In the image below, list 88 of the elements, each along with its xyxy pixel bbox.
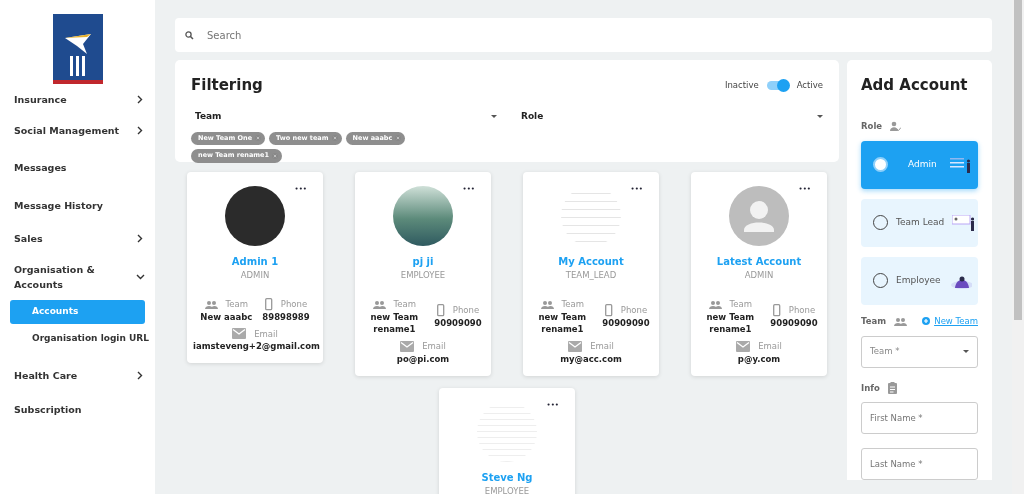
people-icon — [372, 299, 386, 309]
field-label: Email — [590, 340, 614, 353]
sidebar-item[interactable]: Organisation & Accounts — [0, 261, 155, 293]
search-icon — [185, 31, 194, 40]
people-icon — [708, 299, 722, 309]
phone-icon — [436, 303, 445, 317]
account-role: TEAM_LEAD — [564, 269, 618, 282]
field-value: 90909090 — [434, 316, 482, 330]
filter-select[interactable]: Team — [191, 110, 497, 124]
filter-select[interactable]: Role — [517, 110, 823, 124]
chevron-icon — [136, 95, 145, 105]
dropdown-icon — [963, 350, 969, 353]
field-label: Team — [729, 297, 753, 311]
sidebar-item[interactable]: Health Care — [0, 368, 155, 384]
remove-icon[interactable] — [331, 135, 338, 142]
search-field[interactable]: Search — [175, 18, 992, 52]
account-role: ADMIN — [743, 269, 775, 282]
field-label: Email — [422, 340, 446, 353]
field-value: p@y.com — [736, 352, 782, 366]
team-select[interactable]: Team * — [861, 335, 978, 368]
clipboard-icon — [887, 381, 897, 394]
field-label: Team — [225, 297, 249, 311]
field-label: Email — [758, 340, 782, 353]
mail-icon — [232, 328, 247, 340]
text-field[interactable]: First Name * — [861, 402, 978, 435]
phone-icon — [604, 303, 613, 317]
illustration-icon — [952, 214, 975, 231]
sidebar-item[interactable]: Sales — [0, 230, 155, 246]
field-value: 89898989 — [262, 310, 310, 324]
field-value: 90909090 — [602, 316, 650, 330]
account-role: ADMIN — [239, 269, 271, 282]
field-value: my@acc.com — [559, 352, 623, 366]
mail-icon — [736, 340, 751, 352]
people-icon — [204, 299, 218, 309]
field-label: Phone — [788, 303, 816, 317]
field-label: Team — [561, 297, 585, 311]
phone-icon — [772, 303, 781, 317]
toggle-label: Inactive — [724, 78, 759, 92]
panel-title: Filtering — [191, 76, 263, 94]
scrollbar-thumb[interactable] — [1014, 0, 1022, 320]
field-value: po@pi.com — [395, 352, 451, 366]
toggle-switch[interactable] — [766, 80, 789, 90]
section-label: Team — [861, 314, 887, 328]
chevron-icon — [136, 233, 145, 243]
photo-placeholder — [393, 186, 453, 246]
people-icon — [540, 299, 554, 309]
sidebar-item[interactable]: Insurance — [0, 92, 155, 108]
field-label: Phone — [620, 303, 648, 317]
dropdown-icon — [817, 115, 823, 119]
people-icon — [894, 316, 908, 326]
mail-icon — [400, 340, 415, 352]
dropdown-icon — [491, 115, 497, 119]
remove-icon[interactable] — [395, 135, 402, 142]
sidebar-item[interactable]: Social Management — [0, 123, 155, 139]
section-label: Role — [861, 120, 883, 133]
plus-icon — [922, 317, 931, 326]
toggle-label: Active — [796, 78, 823, 92]
field-value: new Team rename1 — [537, 310, 588, 336]
panel-title: Add Account — [861, 76, 969, 94]
text-field[interactable]: Last Name * — [861, 448, 978, 480]
illustration-icon — [950, 156, 972, 173]
role-option[interactable]: Team Lead — [861, 198, 978, 247]
phone-icon — [264, 297, 273, 311]
remove-icon[interactable] — [255, 135, 262, 142]
field-value: New aaabc — [200, 310, 253, 324]
avatar-icon — [729, 186, 789, 246]
field-label: Email — [254, 327, 278, 341]
account-role: EMPLOYEE — [483, 484, 531, 494]
sidebar-item[interactable]: Message History — [0, 197, 155, 213]
chevron-icon — [136, 272, 145, 282]
user-check-icon — [890, 121, 902, 132]
field-value: new Team rename1 — [705, 310, 756, 336]
chevron-icon — [136, 371, 145, 381]
field-label: Phone — [280, 297, 308, 311]
sidebar-item[interactable]: Subscription — [0, 401, 155, 417]
sidebar-item[interactable]: Messages — [0, 160, 155, 176]
mail-icon — [568, 340, 583, 352]
field-label: Team — [393, 297, 417, 311]
photo-placeholder — [225, 186, 285, 246]
field-label: Phone — [452, 303, 480, 317]
role-option[interactable]: Employee — [861, 256, 978, 305]
field-value: 90909090 — [770, 316, 818, 330]
chevron-icon — [136, 126, 145, 136]
section-label: Info — [861, 381, 880, 395]
field-value: new Team rename1 — [369, 310, 420, 336]
account-role: EMPLOYEE — [399, 269, 447, 282]
remove-icon[interactable] — [272, 153, 279, 160]
logo-icon — [52, 14, 103, 84]
